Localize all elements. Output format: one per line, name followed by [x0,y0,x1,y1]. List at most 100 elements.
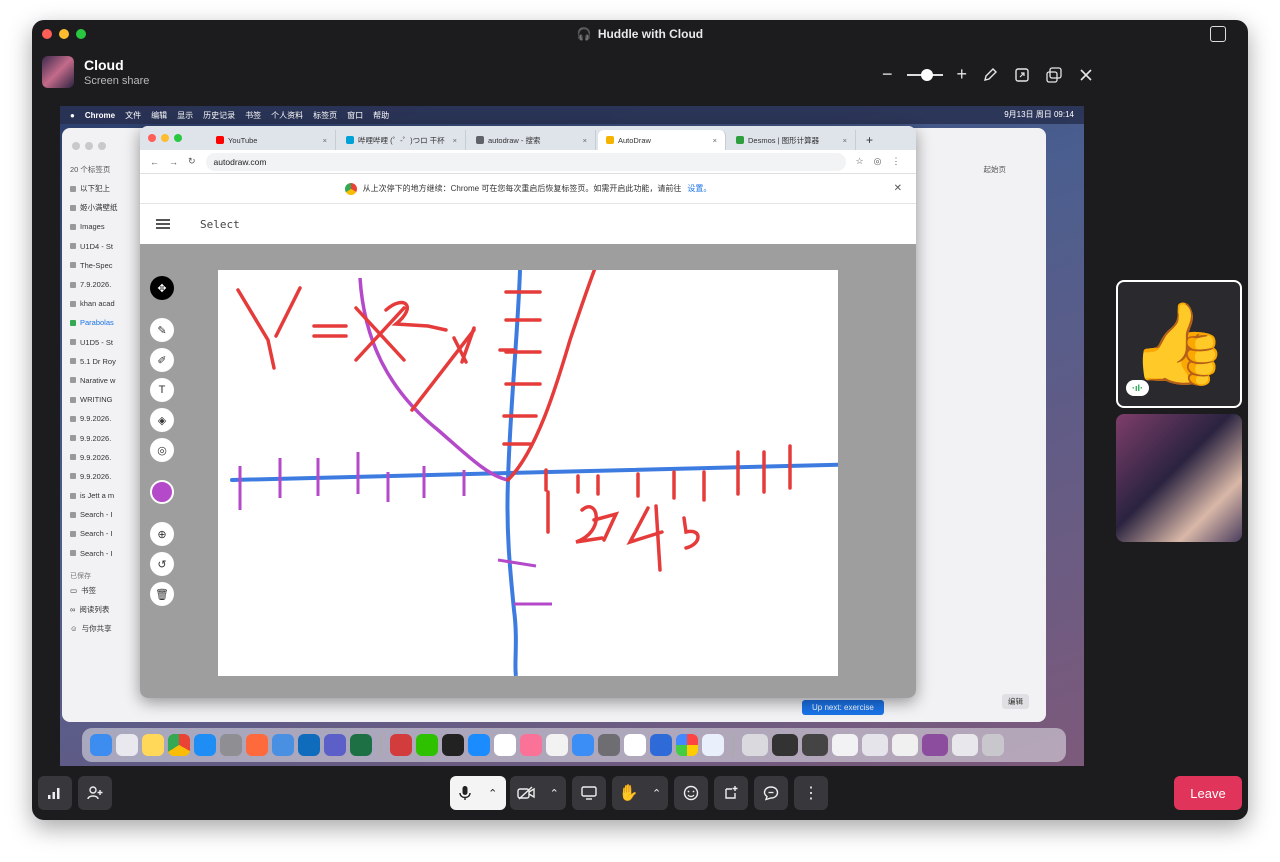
zoom-in-icon[interactable]: ⊕ [150,522,174,546]
autodraw-tool-icon[interactable]: ✎ [150,318,174,342]
canvas-button[interactable] [714,776,748,810]
sidebar-tab[interactable]: The-Spec [70,256,140,275]
minimized-window-icon[interactable] [952,734,978,756]
sidebar-tab[interactable]: U1D5 - St [70,333,140,352]
teams-icon[interactable] [324,734,346,756]
reading-list-item[interactable]: ∞ 阅读列表 [70,600,140,619]
menu-dots-icon[interactable]: ⋮ [891,156,900,167]
minimized-window-icon[interactable] [802,734,828,756]
tab-autodraw[interactable]: AutoDraw × [598,130,726,150]
sidebar-tab[interactable]: 姬小满壁纸 [70,198,140,217]
profile-icon[interactable]: ◎ [874,156,882,167]
sidebar-tab[interactable]: 7.9.2026. [70,275,140,294]
mail-icon[interactable] [572,734,594,756]
outlook-icon[interactable] [298,734,320,756]
tab-search[interactable]: autodraw - 搜索 × [468,130,596,150]
hamburger-menu-icon[interactable] [156,219,170,229]
app-icon[interactable] [546,734,568,756]
back-arrow-icon[interactable]: ← [150,157,159,167]
infobar-close-icon[interactable]: ✕ [894,183,902,194]
sidebar-tab[interactable]: Search - I [70,544,140,563]
safari-icon[interactable] [468,734,490,756]
reload-icon[interactable]: ↻ [188,156,196,167]
participant-tile-avatar[interactable] [1116,414,1242,542]
chrome-close-button[interactable] [148,134,156,142]
terminal-icon[interactable] [442,734,464,756]
app-icon[interactable] [272,734,294,756]
fill-tool-icon[interactable]: ◈ [150,408,174,432]
edit-button[interactable]: 编辑 [1002,694,1029,709]
sidebar-tab[interactable]: U1D4 - St [70,237,140,256]
zoom-in-button[interactable]: + [957,64,968,85]
app-icon[interactable] [246,734,268,756]
calculator-icon[interactable] [598,734,620,756]
notes-icon[interactable] [142,734,164,756]
reactions-button[interactable] [674,776,708,810]
slack-icon[interactable] [494,734,516,756]
wechat-icon[interactable] [416,734,438,756]
launchpad-icon[interactable] [116,734,138,756]
camera-button[interactable]: ⌃ [510,776,566,810]
sidebar-tab[interactable]: 以下犯上 [70,179,140,198]
more-options-button[interactable]: ⋮ [794,776,828,810]
url-input[interactable]: autodraw.com [205,152,846,171]
minimized-window-icon[interactable] [862,734,888,756]
sidebar-tab-active[interactable]: Parabolas [70,313,140,332]
photos-icon[interactable] [676,734,698,756]
trash-icon[interactable] [982,734,1004,756]
zoom-slider[interactable] [906,68,943,81]
sidebar-tab[interactable]: Narative w [70,371,140,390]
close-share-icon[interactable] [1077,66,1095,84]
undo-icon[interactable]: ↺ [150,552,174,576]
delete-icon[interactable]: 🗑 [150,582,174,606]
sidebar-tab[interactable]: 9.9.2026. [70,428,140,447]
type-tool-icon[interactable]: T [150,378,174,402]
sidebar-tab[interactable]: khan acad [70,294,140,313]
sidebar-tab[interactable]: 9.9.2026. [70,448,140,467]
new-tab-button[interactable]: + [858,130,878,150]
icloud-icon[interactable] [702,734,724,756]
sidebar-tab[interactable]: 9.9.2026. [70,467,140,486]
pop-out-share-icon[interactable] [1045,66,1063,84]
close-window-button[interactable] [42,29,52,39]
minimized-window-icon[interactable] [922,734,948,756]
move-tool-icon[interactable]: ✥ [150,276,174,300]
add-people-button[interactable] [78,776,112,810]
minimized-window-icon[interactable] [772,734,798,756]
tab-desmos[interactable]: Desmos | 图形计算器 × [728,130,856,150]
screen-share-button[interactable] [572,776,606,810]
drawing-canvas[interactable] [218,248,870,677]
sidebar-tab[interactable]: 5.1 Dr Roy [70,352,140,371]
minimized-window-icon[interactable] [892,734,918,756]
raise-hand-button[interactable]: ✋ ⌃ [612,776,668,810]
sidebar-tab[interactable]: Images [70,217,140,236]
sidebar-tab[interactable]: Search - I [70,524,140,543]
minimized-window-icon[interactable] [742,734,768,756]
finder-icon[interactable] [90,734,112,756]
bookmarks-item[interactable]: ▭ 书签 [70,581,140,600]
app-icon[interactable] [650,734,672,756]
minimized-window-icon[interactable] [832,734,858,756]
excel-icon[interactable] [350,734,372,756]
sidebar-tab[interactable]: is Jett a m [70,486,140,505]
chrome-icon[interactable] [168,734,190,756]
maximize-window-button[interactable] [76,29,86,39]
up-next-button[interactable]: Up next: exercise [802,700,884,715]
chrome-maximize-button[interactable] [174,134,182,142]
zoom-slider-knob[interactable] [920,68,933,81]
chevron-up-icon[interactable]: ⌃ [488,787,497,800]
draw-tool-icon[interactable]: ✐ [150,348,174,372]
connection-stats-button[interactable] [38,776,72,810]
calendar-icon[interactable] [624,734,646,756]
shape-tool-icon[interactable]: ◎ [150,438,174,462]
fit-screen-icon[interactable] [1013,66,1031,84]
draw-pencil-icon[interactable] [981,66,999,84]
chrome-minimize-button[interactable] [161,134,169,142]
bilibili-icon[interactable] [520,734,542,756]
color-picker[interactable] [150,480,174,504]
leave-button[interactable]: Leave [1174,776,1242,810]
settings-icon[interactable] [220,734,242,756]
popout-icon[interactable] [1210,26,1226,42]
sidebar-tab[interactable]: Search - I [70,505,140,524]
minimize-window-button[interactable] [59,29,69,39]
